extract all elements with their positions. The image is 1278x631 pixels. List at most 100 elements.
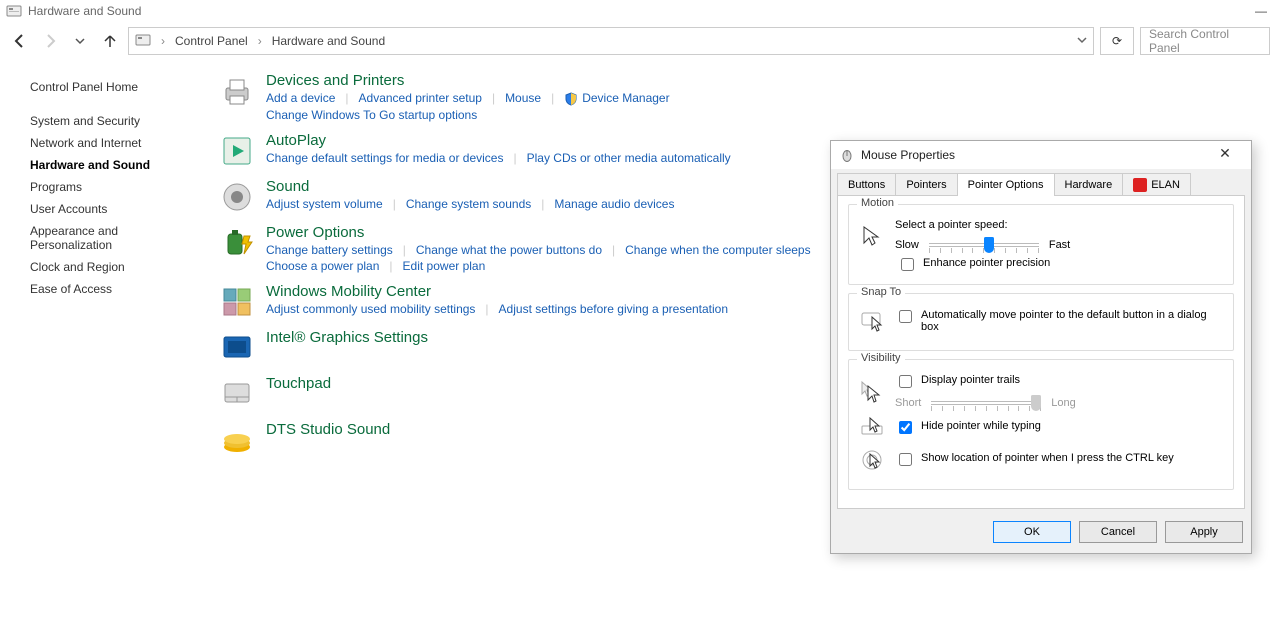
snapto-input[interactable]: [899, 310, 912, 323]
group-visibility: Visibility Display pointer trails Short: [848, 359, 1234, 490]
separator: |: [602, 243, 625, 257]
category-link[interactable]: Adjust system volume: [266, 197, 383, 211]
category-link[interactable]: Choose a power plan: [266, 259, 379, 273]
sidebar-home[interactable]: Control Panel Home: [30, 76, 200, 98]
slider-slow-label: Slow: [895, 239, 919, 251]
category-title[interactable]: DTS Studio Sound: [266, 421, 390, 438]
category-link[interactable]: Change battery settings: [266, 243, 393, 257]
category-title[interactable]: Power Options: [266, 224, 811, 241]
sidebar-item[interactable]: Network and Internet: [30, 132, 200, 154]
separator: |: [379, 259, 402, 273]
category-title[interactable]: Sound: [266, 178, 674, 195]
category-title[interactable]: Windows Mobility Center: [266, 283, 728, 300]
pointer-trails-label: Display pointer trails: [921, 374, 1020, 386]
separator: |: [383, 197, 406, 211]
category-link[interactable]: Change default settings for media or dev…: [266, 151, 503, 165]
sidebar-item[interactable]: Ease of Access: [30, 278, 200, 300]
chevron-right-icon: ›: [254, 34, 266, 48]
pointer-speed-icon: [859, 222, 885, 248]
tab-pointer-options-pane: Motion Select a pointer speed: Slow Fast: [837, 195, 1245, 509]
pointer-speed-slider[interactable]: [929, 243, 1039, 247]
category-link[interactable]: Add a device: [266, 91, 335, 105]
cancel-button[interactable]: Cancel: [1079, 521, 1157, 543]
hide-typing-icon: [859, 415, 885, 441]
category-link[interactable]: Change when the computer sleeps: [625, 243, 810, 257]
power-icon: [218, 224, 256, 262]
category-link[interactable]: Manage audio devices: [554, 197, 674, 211]
breadcrumb-root[interactable]: Control Panel: [175, 34, 248, 48]
control-panel-icon: [6, 3, 22, 19]
category-title[interactable]: Devices and Printers: [266, 72, 670, 89]
sidebar-item[interactable]: Appearance and Personalization: [30, 220, 200, 256]
sidebar-item[interactable]: Clock and Region: [30, 256, 200, 278]
dts-icon: [218, 421, 256, 459]
dialog-tab[interactable]: Pointers: [895, 173, 957, 196]
group-snapto-title: Snap To: [857, 286, 905, 298]
address-dropdown[interactable]: [1077, 34, 1087, 48]
pointer-trails-checkbox[interactable]: Display pointer trails: [895, 374, 1223, 391]
dialog-tab[interactable]: Pointer Options: [957, 173, 1055, 196]
address-bar[interactable]: › Control Panel › Hardware and Sound: [128, 27, 1094, 55]
dialog-tab[interactable]: Hardware: [1054, 173, 1124, 196]
category-title[interactable]: Touchpad: [266, 375, 331, 392]
back-button[interactable]: [8, 29, 32, 53]
dialog-titlebar[interactable]: Mouse Properties ✕: [831, 141, 1251, 169]
forward-button[interactable]: [38, 29, 62, 53]
dialog-tab-label: Buttons: [848, 179, 885, 191]
category-title[interactable]: AutoPlay: [266, 132, 731, 149]
sidebar-item[interactable]: User Accounts: [30, 198, 200, 220]
category-title[interactable]: Intel® Graphics Settings: [266, 329, 428, 346]
hide-typing-input[interactable]: [899, 421, 912, 434]
sidebar-item[interactable]: System and Security: [30, 110, 200, 132]
dialog-close-button[interactable]: ✕: [1207, 145, 1243, 165]
category-link[interactable]: Adjust commonly used mobility settings: [266, 302, 475, 316]
sidebar: Control Panel Home System and SecurityNe…: [0, 60, 200, 467]
apply-button[interactable]: Apply: [1165, 521, 1243, 543]
breadcrumb-current[interactable]: Hardware and Sound: [272, 34, 385, 48]
dialog-tab[interactable]: Buttons: [837, 173, 896, 196]
enhance-precision-checkbox[interactable]: Enhance pointer precision: [897, 257, 1223, 274]
minimize-button[interactable]: —: [1250, 4, 1272, 18]
dialog-tabstrip: Buttons Pointers Pointer OptionsHardwareEL…: [831, 169, 1251, 196]
pointer-speed-label: Select a pointer speed:: [895, 219, 1223, 231]
group-motion-title: Motion: [857, 197, 898, 209]
category-link[interactable]: Adjust settings before giving a presenta…: [499, 302, 728, 316]
trails-long-label: Long: [1051, 397, 1075, 409]
mobility-icon: [218, 283, 256, 321]
separator: |: [393, 243, 416, 257]
category-link[interactable]: Advanced printer setup: [359, 91, 482, 105]
ok-button[interactable]: OK: [993, 521, 1071, 543]
refresh-button[interactable]: ⟳: [1100, 27, 1134, 55]
nav-toolbar: › Control Panel › Hardware and Sound ⟳ S…: [0, 22, 1278, 60]
category-link[interactable]: Device Manager: [564, 91, 669, 106]
pointer-trails-input[interactable]: [899, 375, 912, 388]
trails-short-label: Short: [895, 397, 921, 409]
sidebar-item[interactable]: Programs: [30, 176, 200, 198]
category-link[interactable]: Change system sounds: [406, 197, 531, 211]
category-link[interactable]: Mouse: [505, 91, 541, 105]
sidebar-item[interactable]: Hardware and Sound: [30, 154, 200, 176]
category-link[interactable]: Change Windows To Go startup options: [266, 108, 477, 122]
category-link[interactable]: Change what the power buttons do: [416, 243, 602, 257]
dialog-tab-label: Pointers: [906, 179, 946, 191]
dialog-tab[interactable]: ELAN: [1122, 173, 1191, 196]
group-motion: Motion Select a pointer speed: Slow Fast: [848, 204, 1234, 285]
search-input[interactable]: Search Control Panel: [1140, 27, 1270, 55]
up-button[interactable]: [98, 29, 122, 53]
chevron-right-icon: ›: [157, 34, 169, 48]
uac-shield-icon: [564, 92, 578, 106]
separator: |: [482, 91, 505, 105]
ctrl-locate-input[interactable]: [899, 453, 912, 466]
separator: |: [531, 197, 554, 211]
category-link[interactable]: Edit power plan: [403, 259, 486, 273]
snapto-label: Automatically move pointer to the defaul…: [921, 309, 1223, 333]
ctrl-locate-checkbox[interactable]: Show location of pointer when I press th…: [895, 452, 1174, 469]
mouse-properties-dialog: Mouse Properties ✕ Buttons Pointers Pointe…: [830, 140, 1252, 554]
hide-typing-checkbox[interactable]: Hide pointer while typing: [895, 420, 1041, 437]
snapto-checkbox[interactable]: Automatically move pointer to the defaul…: [895, 309, 1223, 333]
window-title: Hardware and Sound: [28, 4, 141, 18]
recent-dropdown[interactable]: [68, 29, 92, 53]
category-link[interactable]: Play CDs or other media automatically: [527, 151, 731, 165]
elan-icon: [1133, 178, 1147, 192]
enhance-precision-input[interactable]: [901, 258, 914, 271]
